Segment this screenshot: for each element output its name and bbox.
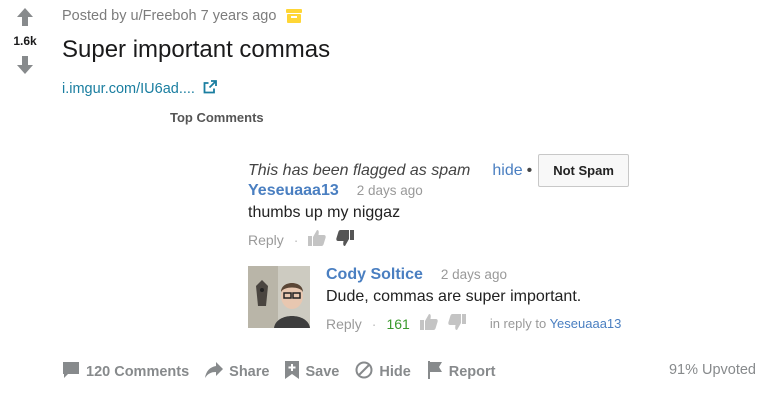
comment-time: 2 days ago: [356, 183, 423, 198]
comment-time: 2 days ago: [440, 267, 507, 282]
reply-link: Reply: [326, 315, 362, 332]
comment-text: Dude, commas are super important.: [326, 288, 582, 305]
post-link-text[interactable]: i.imgur.com/IU6ad....: [62, 81, 195, 97]
vote-column: 1.6k: [0, 6, 50, 76]
separator-dot: ·: [371, 315, 377, 332]
hide-button[interactable]: Hide: [355, 361, 411, 383]
vote-score: 1.6k: [13, 34, 37, 48]
share-label: Share: [229, 364, 270, 380]
save-icon: [285, 361, 300, 383]
post-title[interactable]: Super important commas: [62, 36, 330, 64]
thumbs-down-icon: [448, 314, 466, 333]
report-icon: [427, 361, 443, 383]
post-link[interactable]: i.imgur.com/IU6ad....: [62, 80, 217, 98]
comment-actions: Reply ·: [248, 230, 423, 249]
separator-dot: ·: [293, 231, 299, 248]
separator-dot: •: [526, 161, 533, 179]
not-spam-button: Not Spam: [538, 154, 629, 187]
hide-link: hide: [492, 161, 523, 179]
save-button[interactable]: Save: [285, 361, 339, 383]
hide-label: Hide: [379, 364, 411, 380]
hide-icon: [355, 361, 373, 383]
downvote-icon[interactable]: [14, 54, 36, 76]
archive-icon: [286, 9, 303, 23]
thumbs-up-icon: [308, 230, 327, 249]
comment-author: Yeseuaaa13: [248, 182, 339, 199]
post-image[interactable]: Top Comments This has been flagged as sp…: [168, 104, 668, 344]
report-button[interactable]: Report: [427, 361, 496, 383]
comment-author: Cody Soltice: [326, 266, 423, 283]
thumbs-up-icon: [419, 314, 438, 333]
avatar: [248, 266, 310, 328]
comments-label: 120 Comments: [86, 364, 190, 380]
upvote-ratio: 91% Upvoted: [668, 362, 756, 378]
in-reply-user: Yeseuaaa13: [549, 316, 622, 331]
comment-icon: [62, 361, 80, 383]
comment-actions: Reply · 161 in reply to Yeseuaaa13: [326, 314, 621, 333]
post-meta: Posted by u/Freeboh 7 years ago: [62, 8, 303, 24]
spam-flag-text: This has been flagged as spam: [248, 161, 471, 179]
post-action-bar: 120 Comments Share Save Hide Report: [62, 361, 496, 383]
comment-1: Yeseuaaa13 2 days ago thumbs up my nigga…: [248, 182, 423, 249]
comments-button[interactable]: 120 Comments: [62, 361, 189, 383]
share-button[interactable]: Share: [205, 362, 269, 382]
save-label: Save: [305, 364, 340, 380]
like-count: 161: [386, 315, 410, 332]
share-icon: [205, 362, 224, 382]
thumbs-down-icon: [336, 230, 355, 249]
comment-text: thumbs up my niggaz: [248, 204, 401, 221]
reply-link: Reply: [248, 231, 284, 248]
external-link-icon[interactable]: [203, 80, 217, 98]
in-reply-prefix: in reply to: [489, 316, 550, 331]
in-reply-to: in reply to Yeseuaaa13: [490, 316, 622, 331]
upvote-icon[interactable]: [14, 6, 36, 28]
top-comments-heading: Top Comments: [170, 110, 264, 125]
comment-2: Cody Soltice 2 days ago Dude, commas are…: [326, 266, 621, 333]
post-author-line[interactable]: Posted by u/Freeboh 7 years ago: [62, 8, 276, 24]
report-label: Report: [448, 364, 496, 380]
